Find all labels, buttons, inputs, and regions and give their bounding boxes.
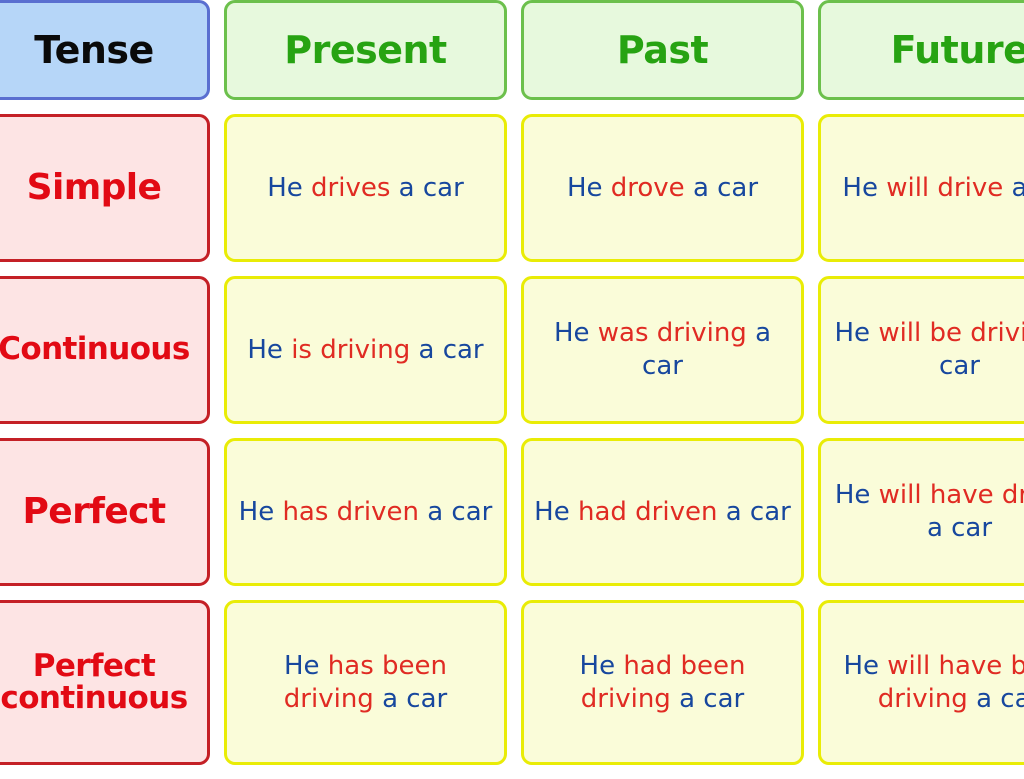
sentence: He has driven a car xyxy=(239,496,493,529)
table-row: Simple He drives a car He drove a car He… xyxy=(0,114,1024,262)
cell-simple-present: He drives a car xyxy=(224,114,507,262)
sentence-verb: was driving xyxy=(597,318,756,349)
sentence: He will have been driving a car xyxy=(829,650,1024,716)
row-header-label: Continuous xyxy=(0,331,190,368)
row-header-simple: Simple xyxy=(0,114,210,262)
column-header-future: Future xyxy=(818,0,1024,100)
table-row: Perfect He has driven a car He had drive… xyxy=(0,438,1024,586)
sentence-object: a car xyxy=(1011,172,1024,203)
row-header-perfect-continuous: Perfect continuous xyxy=(0,600,210,765)
sentence-subject: He xyxy=(534,496,578,527)
sentence-object: a car xyxy=(926,513,993,543)
row-header-label: Simple xyxy=(26,166,162,208)
cell-perfect-continuous-present: He has been driving a car xyxy=(224,600,507,765)
sentence-subject: He xyxy=(579,650,624,681)
row-header-label-line2: continuous xyxy=(0,679,188,716)
sentence: He drives a car xyxy=(267,172,464,205)
sentence-subject: He xyxy=(283,650,328,681)
table-row: Continuous He is driving a car He was dr… xyxy=(0,276,1024,424)
row-header-continuous: Continuous xyxy=(0,276,210,424)
row-header-label: Perfect xyxy=(22,490,167,532)
sentence: He will be driving a car xyxy=(829,317,1024,383)
sentence-object: a car xyxy=(679,683,745,714)
cell-perfect-future: He will have driven a car xyxy=(818,438,1024,586)
column-header-present: Present xyxy=(224,0,507,100)
sentence-verb: will be driving xyxy=(878,318,1024,349)
sentence: He had been driving a car xyxy=(532,650,793,716)
sentence: He had driven a car xyxy=(534,496,791,529)
cell-simple-future: He will drive a car xyxy=(818,114,1024,262)
sentence-subject: He xyxy=(834,318,879,349)
row-header-perfect: Perfect xyxy=(0,438,210,586)
cell-simple-past: He drove a car xyxy=(521,114,804,262)
sentence-object: a car xyxy=(398,172,464,203)
sentence: He will have driven a car xyxy=(829,479,1024,545)
sentence: He has been driving a car xyxy=(235,650,496,716)
sentence-object: a car xyxy=(725,496,791,527)
cell-perfect-present: He has driven a car xyxy=(224,438,507,586)
sentence-object: a car xyxy=(418,334,484,365)
sentence: He will drive a car xyxy=(842,172,1024,205)
table-row: Perfect continuous He has been driving a… xyxy=(0,600,1024,765)
sentence-verb: is driving xyxy=(291,334,419,365)
cell-perfect-continuous-past: He had been driving a car xyxy=(521,600,804,765)
table-header-row: Tense Present Past Future xyxy=(0,0,1024,100)
sentence-object: a car xyxy=(427,496,493,527)
sentence-object: a car xyxy=(382,683,448,714)
sentence-object: a car xyxy=(976,683,1024,714)
corner-cell-tense: Tense xyxy=(0,0,210,100)
sentence-verb: had driven xyxy=(577,496,726,527)
sentence-subject: He xyxy=(566,172,611,203)
cell-perfect-past: He had driven a car xyxy=(521,438,804,586)
sentence-subject: He xyxy=(238,496,283,527)
cell-continuous-past: He was driving a car xyxy=(521,276,804,424)
tense-table: Tense Present Past Future Simple He driv… xyxy=(0,0,1024,779)
sentence-verb: will have driven xyxy=(878,480,1024,511)
sentence-verb: has driven xyxy=(282,496,428,527)
sentence-subject: He xyxy=(247,334,292,365)
sentence-verb: drives xyxy=(311,172,399,203)
sentence-subject: He xyxy=(267,172,312,203)
sentence: He is driving a car xyxy=(247,334,483,367)
sentence-subject: He xyxy=(843,650,888,681)
column-header-past: Past xyxy=(521,0,804,100)
cell-perfect-continuous-future: He will have been driving a car xyxy=(818,600,1024,765)
sentence-subject: He xyxy=(834,480,879,511)
sentence-verb: drove xyxy=(610,172,693,203)
cell-continuous-present: He is driving a car xyxy=(224,276,507,424)
cell-continuous-future: He will be driving a car xyxy=(818,276,1024,424)
sentence-verb: will drive xyxy=(886,172,1012,203)
sentence-subject: He xyxy=(553,318,598,349)
row-header-label: Perfect xyxy=(32,647,156,684)
sentence-object: a car xyxy=(692,172,759,203)
sentence-subject: He xyxy=(842,172,887,203)
sentence: He drove a car xyxy=(567,172,758,205)
sentence: He was driving a car xyxy=(532,317,793,383)
